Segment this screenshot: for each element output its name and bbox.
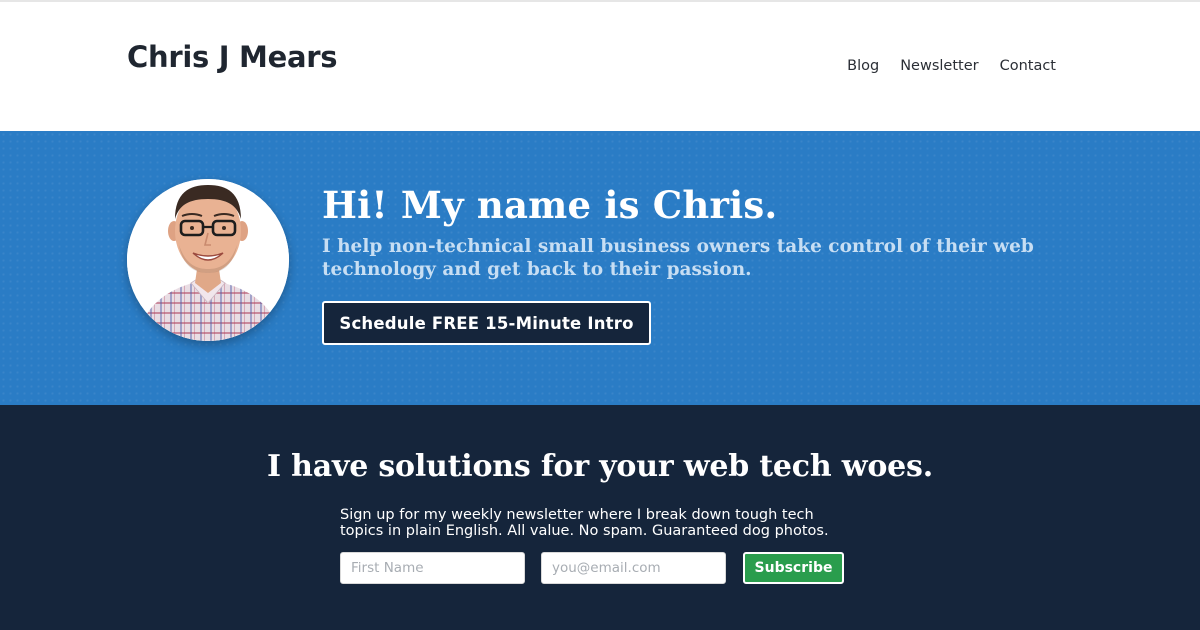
schedule-intro-button[interactable]: Schedule FREE 15-Minute Intro [322, 301, 651, 345]
newsletter-title: I have solutions for your web tech woes. [267, 449, 933, 484]
first-name-input[interactable] [340, 552, 525, 584]
site-title[interactable]: Chris J Mears [127, 40, 337, 74]
hero-title: Hi! My name is Chris. [322, 183, 778, 227]
portrait-photo [127, 179, 289, 341]
nav-newsletter[interactable]: Newsletter [900, 58, 978, 74]
hero-subtitle: I help non-technical small business owne… [322, 236, 1034, 280]
newsletter-section: I have solutions for your web tech woes.… [0, 405, 1200, 630]
site-header: Chris J Mears Blog Newsletter Contact [0, 0, 1200, 131]
main-nav: Blog Newsletter Contact [847, 58, 1056, 74]
nav-blog[interactable]: Blog [847, 58, 879, 74]
hero-section: Hi! My name is Chris. I help non-technic… [0, 131, 1200, 405]
nav-contact[interactable]: Contact [1000, 58, 1056, 74]
avatar [127, 179, 289, 341]
email-input[interactable] [541, 552, 726, 584]
subscribe-button[interactable]: Subscribe [743, 552, 844, 584]
newsletter-description: Sign up for my weekly newsletter where I… [340, 507, 829, 539]
